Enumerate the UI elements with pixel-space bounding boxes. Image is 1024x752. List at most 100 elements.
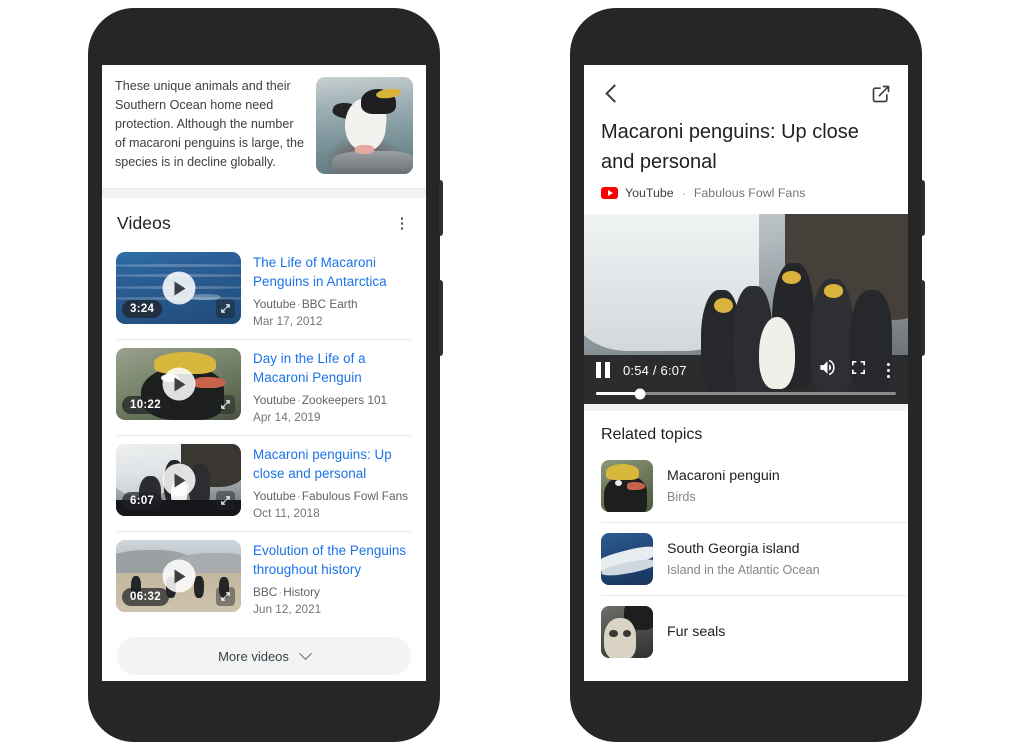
video-list-item[interactable]: 6:07 Macaroni penguins: Up close and per… — [102, 436, 426, 531]
video-channel: History — [283, 585, 320, 599]
video-meta: Macaroni penguins: Up close and personal… — [253, 444, 411, 522]
player-progress-fill — [596, 392, 641, 395]
related-topic-item[interactable]: Fur seals — [584, 596, 908, 668]
related-topic-thumbnail[interactable] — [601, 606, 653, 658]
video-list-item[interactable]: 10:22 Day in the Life of a Macaroni Peng… — [102, 340, 426, 435]
videos-heading: Videos — [117, 213, 171, 233]
video-thumbnail[interactable]: 3:24 — [116, 252, 241, 324]
related-topic-thumbnail[interactable] — [601, 533, 653, 585]
related-topic-subtitle: Island in the Atlantic Ocean — [667, 562, 820, 577]
more-videos-wrapper: More videos — [102, 627, 426, 681]
player-progress-knob[interactable] — [634, 388, 646, 399]
chevron-down-icon — [299, 646, 312, 660]
video-date: Oct 11, 2018 — [253, 506, 320, 520]
expand-icon[interactable] — [216, 299, 235, 318]
expand-icon[interactable] — [216, 491, 235, 510]
phone-frame-left: These unique animals and their Southern … — [88, 8, 443, 742]
video-source: Youtube — [253, 297, 296, 311]
video-source: Youtube — [253, 393, 296, 407]
phone-side-button-power[interactable] — [439, 280, 443, 356]
video-detail-source: YouTube — [625, 186, 674, 200]
related-topics-card: Related topics Macaroni penguin Birds So… — [584, 411, 908, 668]
player-controls: 0:54 / 6:07 — [584, 358, 908, 404]
related-topics-heading: Related topics — [601, 426, 703, 443]
video-title[interactable]: Macaroni penguins: Up close and personal — [253, 445, 411, 483]
related-topic-subtitle: Birds — [667, 489, 696, 504]
player-timecode: 0:54 / 6:07 — [623, 362, 687, 378]
section-gap-band — [584, 404, 908, 411]
play-icon[interactable] — [162, 559, 195, 593]
related-topic-name: Fur seals — [667, 624, 726, 640]
video-source: BBC — [253, 585, 278, 599]
video-detail-title: Macaroni penguins: Up close and personal — [601, 121, 859, 173]
related-topic-item[interactable]: South Georgia island Island in the Atlan… — [584, 523, 908, 595]
player-progress-bar[interactable] — [596, 388, 896, 399]
description-text: These unique animals and their Southern … — [115, 79, 305, 169]
knowledge-panel-description: These unique animals and their Southern … — [102, 65, 426, 188]
video-thumbnail[interactable]: 6:07 — [116, 444, 241, 516]
video-date: Apr 14, 2019 — [253, 410, 321, 424]
kebab-menu-icon[interactable] — [880, 362, 896, 379]
video-date: Mar 17, 2012 — [253, 314, 323, 328]
video-channel: BBC Earth — [301, 297, 358, 311]
video-channel: Fabulous Fowl Fans — [301, 489, 409, 503]
related-topic-text: Macaroni penguin Birds — [667, 466, 891, 507]
video-title[interactable]: Day in the Life of a Macaroni Penguin — [253, 349, 411, 387]
phone-side-button-volume-up[interactable] — [439, 180, 443, 236]
video-meta: Evolution of the Penguins throughout his… — [253, 540, 411, 618]
video-source-line: BBC·History — [253, 584, 411, 601]
related-topic-thumbnail[interactable] — [601, 460, 653, 512]
related-topic-name: South Georgia island — [667, 540, 800, 557]
related-topic-item[interactable]: Macaroni penguin Birds — [584, 450, 908, 522]
expand-icon[interactable] — [216, 587, 235, 606]
play-icon[interactable] — [162, 463, 195, 497]
video-meta: The Life of Macaroni Penguins in Antarct… — [253, 252, 411, 330]
more-videos-button[interactable]: More videos — [117, 637, 411, 675]
phone-frame-right: Macaroni penguins: Up close and personal… — [570, 8, 925, 742]
more-videos-label: More videos — [218, 648, 289, 664]
youtube-icon — [601, 187, 618, 199]
video-duration-badge: 10:22 — [122, 396, 169, 414]
description-thumbnail-image[interactable] — [316, 77, 413, 174]
screenshot-stage: These unique animals and their Southern … — [0, 0, 1024, 752]
video-thumbnail[interactable]: 10:22 — [116, 348, 241, 420]
video-meta: Day in the Life of a Macaroni Penguin Yo… — [253, 348, 411, 426]
back-chevron-icon[interactable] — [601, 83, 623, 105]
phone-side-button-volume-up[interactable] — [921, 180, 925, 236]
video-detail-channel: Fabulous Fowl Fans — [693, 186, 806, 200]
video-source-line: Youtube·Fabulous Fowl Fans — [253, 488, 411, 505]
kebab-menu-icon[interactable] — [393, 215, 411, 233]
video-title[interactable]: Evolution of the Penguins throughout his… — [253, 541, 411, 579]
related-topic-name: Macaroni penguin — [667, 467, 780, 484]
separator-dot: · — [681, 186, 686, 200]
open-in-new-icon[interactable] — [871, 84, 891, 104]
pause-icon[interactable] — [596, 362, 610, 378]
expand-icon[interactable] — [216, 395, 235, 414]
video-source-line: Youtube·BBC Earth — [253, 296, 411, 313]
phone-screen-right: Macaroni penguins: Up close and personal… — [584, 65, 908, 681]
video-duration-badge: 6:07 — [122, 492, 163, 510]
phone-side-button-power[interactable] — [921, 280, 925, 356]
video-source-line: Youtube·Zookeepers 101 — [253, 392, 411, 409]
video-source: Youtube — [253, 489, 296, 503]
video-thumbnail[interactable]: 06:32 — [116, 540, 241, 612]
video-channel: Zookeepers 101 — [301, 393, 388, 407]
phone-screen-left: These unique animals and their Southern … — [102, 65, 426, 681]
video-duration-badge: 06:32 — [122, 588, 169, 606]
video-duration-badge: 3:24 — [122, 300, 163, 318]
play-icon[interactable] — [162, 271, 195, 305]
video-list-item[interactable]: 06:32 Evolution of the Penguins througho… — [102, 532, 426, 627]
player-control-row: 0:54 / 6:07 — [596, 358, 896, 392]
video-player[interactable]: 0:54 / 6:07 — [584, 214, 908, 404]
video-title[interactable]: The Life of Macaroni Penguins in Antarct… — [253, 253, 411, 291]
play-icon[interactable] — [162, 367, 195, 401]
videos-section-header: Videos — [102, 198, 426, 244]
related-topic-text: Fur seals — [667, 622, 891, 642]
section-gap-band — [102, 189, 426, 198]
fullscreen-icon[interactable] — [850, 359, 867, 381]
volume-up-icon[interactable] — [818, 358, 837, 382]
video-list-item[interactable]: 3:24 The Life of Macaroni Penguins in An… — [102, 244, 426, 339]
video-date: Jun 12, 2021 — [253, 602, 322, 616]
video-detail-topbar — [584, 65, 908, 111]
related-topic-text: South Georgia island Island in the Atlan… — [667, 539, 891, 580]
